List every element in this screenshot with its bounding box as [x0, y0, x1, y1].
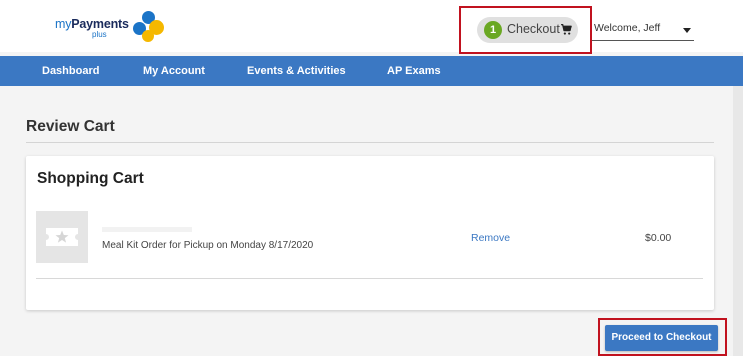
remove-item-link[interactable]: Remove — [471, 232, 510, 244]
proceed-to-checkout-button[interactable]: Proceed to Checkout — [605, 325, 718, 351]
checkout-button[interactable]: 1 Checkout — [477, 17, 578, 43]
cart-item-price: $0.00 — [645, 232, 672, 244]
cart-item-name-placeholder — [102, 227, 192, 232]
checkout-label: Checkout — [507, 22, 560, 36]
logo-dots-icon — [131, 11, 165, 43]
cart-item-description: Meal Kit Order for Pickup on Monday 8/17… — [102, 240, 314, 251]
title-divider — [26, 142, 714, 143]
page-scrollbar[interactable] — [733, 86, 743, 356]
cart-icon — [561, 23, 572, 35]
nav-events-activities[interactable]: Events & Activities — [247, 56, 346, 86]
main-nav: Dashboard My Account Events & Activities… — [0, 56, 743, 86]
nav-ap-exams[interactable]: AP Exams — [387, 56, 441, 86]
caret-down-icon — [683, 28, 691, 33]
cart-item-thumbnail — [36, 211, 88, 263]
logo-plus-text: plus — [92, 30, 107, 39]
logo-wordmark: myPayments — [55, 17, 129, 31]
shopping-cart-card: Shopping Cart Meal Kit Order for Pickup … — [26, 156, 714, 310]
my-payments-plus-logo[interactable]: myPayments plus — [55, 11, 165, 43]
checkout-highlight: 1 Checkout — [459, 6, 592, 54]
proceed-highlight: Proceed to Checkout — [598, 318, 727, 356]
top-bar: myPayments plus 1 Checkout Welcome, Jeff — [0, 0, 743, 54]
welcome-user-menu[interactable]: Welcome, Jeff — [592, 21, 694, 41]
cart-count-badge: 1 — [484, 21, 502, 39]
ticket-icon — [46, 228, 78, 246]
nav-dashboard[interactable]: Dashboard — [42, 56, 99, 86]
nav-my-account[interactable]: My Account — [143, 56, 205, 86]
welcome-label: Welcome, Jeff — [594, 22, 661, 34]
page-title: Review Cart — [26, 118, 115, 135]
shopping-cart-title: Shopping Cart — [37, 170, 144, 187]
cart-item-divider — [36, 278, 703, 279]
